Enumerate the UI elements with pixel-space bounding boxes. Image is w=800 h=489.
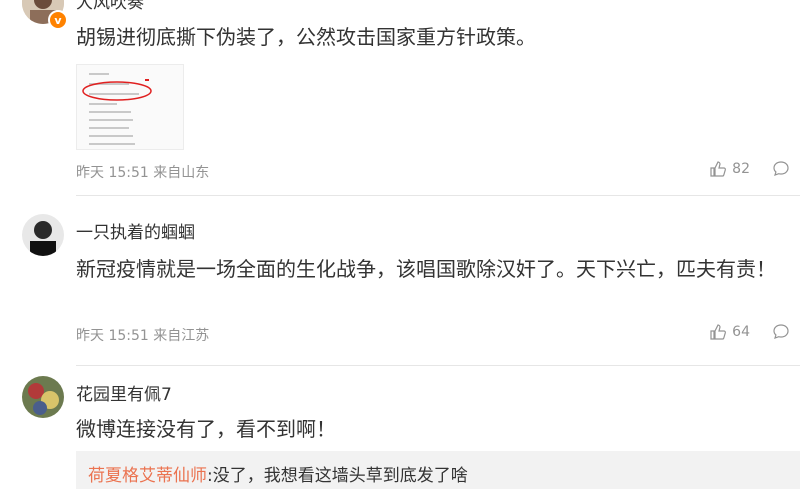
like-button[interactable]: 64 [709,323,750,341]
comment-icon[interactable] [772,160,790,178]
comment-icon[interactable] [772,323,790,341]
comment-meta: 昨天 15:51 来自山东 [76,165,210,181]
avatar[interactable] [22,214,64,256]
attached-screenshot-thumbnail[interactable] [76,64,184,150]
avatar-image [22,214,64,256]
like-button[interactable]: 82 [709,160,750,178]
reply-preview[interactable]: 荷夏格艾蒂仙师:没了，我想看这墙头草到底发了啥 [76,451,800,489]
comment-actions: 64 [709,323,790,341]
like-icon [710,161,727,177]
comment-1: v 大风吹奏 胡锡进彻底撕下伪装了，公然攻击国家重方针政策。 昨天 15:51 … [0,0,800,196]
comment-meta: 昨天 15:51 来自江苏 [76,328,210,344]
username[interactable]: 大风吹奏 [76,0,144,13]
comment-actions: 82 [709,160,790,178]
username[interactable]: 一只执着的蝈蝈 [76,218,195,243]
username[interactable]: 花园里有佩7 [76,380,172,405]
verified-icon: v [48,10,68,30]
reply-text: :没了，我想看这墙头草到底发了啥 [207,466,468,486]
reply-username[interactable]: 荷夏格艾蒂仙师 [88,466,207,486]
comment-2: 一只执着的蝈蝈 新冠疫情就是一场全面的生化战争，该唱国歌除汉奸了。天下兴亡，匹夫… [0,196,800,366]
comment-text: 新冠疫情就是一场全面的生化战争，该唱国歌除汉奸了。天下兴亡，匹夫有责！ [76,257,776,281]
comment-text: 微博连接没有了，看不到啊！ [76,417,336,441]
comment-text: 胡锡进彻底撕下伪装了，公然攻击国家重方针政策。 [76,25,536,49]
like-icon [710,324,727,340]
like-count: 64 [732,324,750,340]
avatar[interactable] [22,376,64,418]
avatar-image [22,376,64,418]
annotation-circle [82,81,152,101]
like-count: 82 [732,161,750,177]
